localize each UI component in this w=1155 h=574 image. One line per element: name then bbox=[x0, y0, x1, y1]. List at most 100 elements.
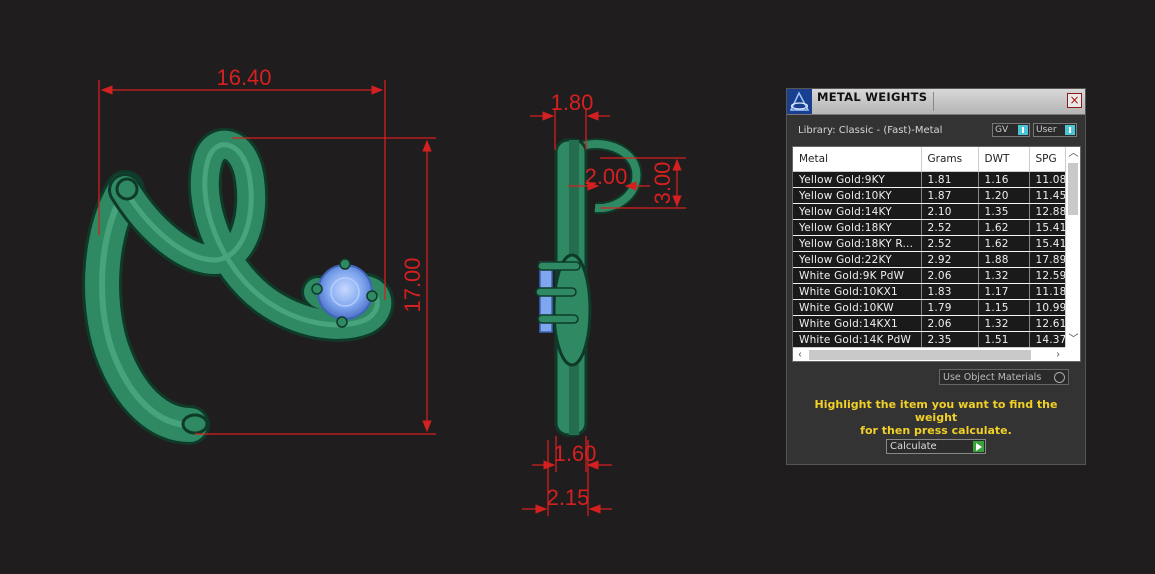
cell-grams: 1.87 bbox=[921, 187, 979, 204]
cell-metal: White Gold:10KW bbox=[793, 299, 922, 316]
cell-dwt: 1.32 bbox=[978, 267, 1030, 284]
instruction-line-1: Highlight the item you want to find the … bbox=[814, 398, 1058, 424]
table-row[interactable]: White Gold:14KX1 2.06 1.32 12.61 bbox=[793, 315, 1065, 332]
horizontal-scrollbar[interactable]: ‹ › bbox=[793, 347, 1065, 361]
scroll-right-icon[interactable]: › bbox=[1051, 348, 1065, 361]
radio-icon[interactable] bbox=[1054, 372, 1065, 383]
cell-spg: 10.99 bbox=[1029, 299, 1065, 316]
cell-metal: White Gold:14KX1 bbox=[793, 315, 922, 332]
cell-spg: 11.45 bbox=[1029, 187, 1065, 204]
cell-spg: 15.41 bbox=[1029, 235, 1065, 252]
use-object-materials-option[interactable]: Use Object Materials bbox=[939, 369, 1069, 385]
metal-weights-panel: METAL WEIGHTS × Library: Classic - (Fast… bbox=[786, 88, 1086, 465]
table-row[interactable]: Yellow Gold:18KY 2.52 1.62 15.41 bbox=[793, 219, 1065, 236]
panel-title: METAL WEIGHTS bbox=[817, 90, 928, 104]
table-header-row: Metal Grams DWT SPG bbox=[793, 147, 1065, 172]
cell-dwt: 1.88 bbox=[978, 251, 1030, 268]
table-row[interactable]: Yellow Gold:22KY 2.92 1.88 17.89 bbox=[793, 251, 1065, 268]
cell-dwt: 1.51 bbox=[978, 331, 1030, 347]
cell-dwt: 1.62 bbox=[978, 235, 1030, 252]
side-bottom-outer-label: 2.15 bbox=[547, 485, 590, 510]
cell-grams: 1.83 bbox=[921, 283, 979, 300]
vertical-scroll-thumb[interactable] bbox=[1068, 163, 1078, 215]
library-label: Library: Classic - (Fast)-Metal bbox=[798, 125, 943, 136]
calculate-button[interactable]: Calculate bbox=[886, 439, 986, 454]
horizontal-scroll-thumb[interactable] bbox=[809, 350, 1031, 360]
table-row[interactable]: White Gold:14K PdW 2.35 1.51 14.37 bbox=[793, 331, 1065, 347]
table-row[interactable]: Yellow Gold:9KY 1.81 1.16 11.08 bbox=[793, 171, 1065, 188]
width-dimension-label: 16.40 bbox=[216, 65, 271, 90]
cell-metal: Yellow Gold:18KY bbox=[793, 219, 922, 236]
table-row[interactable]: White Gold:9K PdW 2.06 1.32 12.59 bbox=[793, 267, 1065, 284]
cell-metal: Yellow Gold:14KY bbox=[793, 203, 922, 220]
cell-dwt: 1.20 bbox=[978, 187, 1030, 204]
cell-grams: 2.52 bbox=[921, 219, 979, 236]
cell-spg: 11.08 bbox=[1029, 171, 1065, 188]
cell-metal: Yellow Gold:9KY bbox=[793, 171, 922, 188]
cell-metal: Yellow Gold:22KY bbox=[793, 251, 922, 268]
side-bail-width-label: 2.00 bbox=[585, 164, 628, 189]
table-row[interactable]: Yellow Gold:14KY 2.10 1.35 12.88 bbox=[793, 203, 1065, 220]
cell-spg: 12.59 bbox=[1029, 267, 1065, 284]
cell-grams: 2.52 bbox=[921, 235, 979, 252]
close-icon[interactable]: × bbox=[1067, 93, 1082, 108]
cell-dwt: 1.15 bbox=[978, 299, 1030, 316]
column-header-dwt[interactable]: DWT bbox=[978, 147, 1030, 172]
cell-dwt: 1.62 bbox=[978, 219, 1030, 236]
table-row[interactable]: White Gold:10KW 1.79 1.15 10.99 bbox=[793, 299, 1065, 316]
cell-metal: White Gold:9K PdW bbox=[793, 267, 922, 284]
cell-spg: 15.41 bbox=[1029, 219, 1065, 236]
metal-table: Metal Grams DWT SPG Yellow Gold:9KY 1.81 1… bbox=[792, 146, 1081, 362]
cell-metal: White Gold:14K PdW bbox=[793, 331, 922, 347]
cell-metal: White Gold:10KX1 bbox=[793, 283, 922, 300]
cell-grams: 1.81 bbox=[921, 171, 979, 188]
scroll-up-icon[interactable]: ︿ bbox=[1066, 147, 1080, 161]
user-toggle[interactable]: User bbox=[1033, 123, 1077, 137]
cell-metal: Yellow Gold:10KY bbox=[793, 187, 922, 204]
viewport-canvas[interactable]: 16.40 17.00 1.80 2.00 3.00 1.60 2.15 bbox=[0, 0, 780, 574]
app-logo-icon bbox=[787, 89, 812, 114]
metal-table-viewport[interactable]: Metal Grams DWT SPG Yellow Gold:9KY 1.81 1… bbox=[793, 147, 1065, 347]
user-toggle-knob-icon bbox=[1065, 125, 1075, 135]
front-view-model bbox=[82, 127, 395, 445]
side-top-dimension-label: 1.80 bbox=[551, 90, 594, 115]
column-header-metal[interactable]: Metal bbox=[793, 147, 922, 172]
gv-toggle[interactable]: GV bbox=[992, 123, 1030, 137]
column-header-spg[interactable]: SPG bbox=[1029, 147, 1065, 172]
user-toggle-label: User bbox=[1036, 125, 1057, 135]
cell-metal: Yellow Gold:18KY R... bbox=[793, 235, 922, 252]
instruction-text: Highlight the item you want to find the … bbox=[797, 398, 1075, 437]
cell-grams: 2.92 bbox=[921, 251, 979, 268]
cell-grams: 1.79 bbox=[921, 299, 979, 316]
cell-spg: 14.37 bbox=[1029, 331, 1065, 347]
cell-spg: 17.89 bbox=[1029, 251, 1065, 268]
calculate-label: Calculate bbox=[890, 441, 937, 452]
instruction-line-2: for then press calculate. bbox=[860, 424, 1012, 437]
cell-dwt: 1.32 bbox=[978, 315, 1030, 332]
use-object-materials-label: Use Object Materials bbox=[943, 372, 1042, 383]
gv-toggle-knob-icon bbox=[1018, 125, 1028, 135]
cell-dwt: 1.16 bbox=[978, 171, 1030, 188]
scroll-down-icon[interactable]: ﹀ bbox=[1066, 333, 1080, 347]
cell-spg: 11.18 bbox=[1029, 283, 1065, 300]
cell-spg: 12.88 bbox=[1029, 203, 1065, 220]
side-bottom-inner-label: 1.60 bbox=[554, 441, 597, 466]
table-row[interactable]: Yellow Gold:18KY R... 2.52 1.62 15.41 bbox=[793, 235, 1065, 252]
table-row[interactable]: Yellow Gold:10KY 1.87 1.20 11.45 bbox=[793, 187, 1065, 204]
scroll-left-icon[interactable]: ‹ bbox=[793, 348, 807, 361]
title-divider bbox=[933, 92, 934, 111]
cell-dwt: 1.35 bbox=[978, 203, 1030, 220]
cell-dwt: 1.17 bbox=[978, 283, 1030, 300]
height-dimension-label: 17.00 bbox=[400, 257, 425, 312]
cell-grams: 2.35 bbox=[921, 331, 979, 347]
panel-header[interactable]: METAL WEIGHTS × bbox=[787, 89, 1085, 115]
gv-toggle-label: GV bbox=[995, 125, 1009, 135]
cell-grams: 2.06 bbox=[921, 267, 979, 284]
side-bail-height-label: 3.00 bbox=[650, 162, 675, 205]
cell-grams: 2.06 bbox=[921, 315, 979, 332]
cell-grams: 2.10 bbox=[921, 203, 979, 220]
table-row[interactable]: White Gold:10KX1 1.83 1.17 11.18 bbox=[793, 283, 1065, 300]
cell-spg: 12.61 bbox=[1029, 315, 1065, 332]
vertical-scrollbar[interactable]: ︿ ﹀ bbox=[1065, 147, 1080, 347]
column-header-grams[interactable]: Grams bbox=[921, 147, 979, 172]
